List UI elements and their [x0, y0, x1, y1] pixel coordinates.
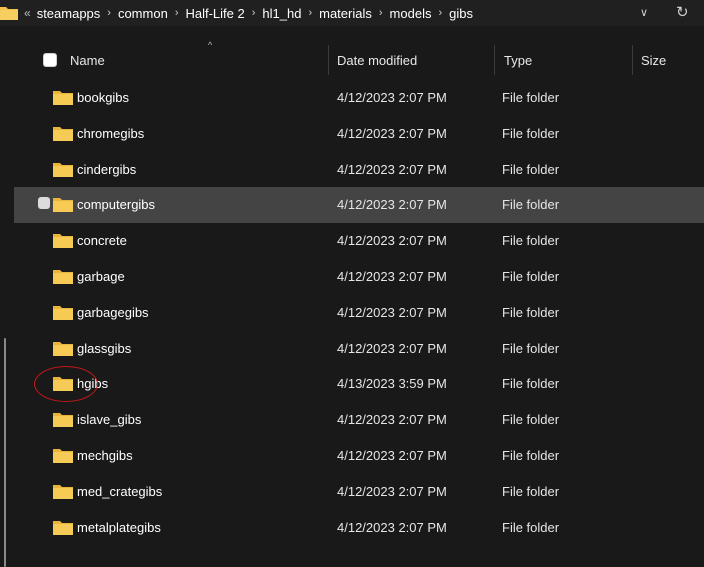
- chevron-right-icon[interactable]: ›: [308, 7, 312, 19]
- column-header-name[interactable]: Name: [70, 53, 105, 68]
- folder-icon: [53, 233, 73, 251]
- file-type: File folder: [502, 340, 560, 356]
- file-row-metalplategibs[interactable]: metalplategibs 4/12/2023 2:07 PM File fo…: [28, 510, 704, 546]
- file-type: File folder: [502, 304, 560, 320]
- file-date-modified: 4/12/2023 2:07 PM: [337, 340, 447, 356]
- file-date-modified: 4/12/2023 2:07 PM: [337, 483, 447, 499]
- file-type: File folder: [502, 447, 560, 463]
- navigation-pane: [0, 26, 14, 567]
- file-name[interactable]: med_crategibs: [77, 484, 162, 499]
- breadcrumb-overflow[interactable]: «: [24, 6, 31, 20]
- file-row-med-crategibs[interactable]: med_crategibs 4/12/2023 2:07 PM File fol…: [28, 474, 704, 510]
- file-row-glassgibs[interactable]: glassgibs 4/12/2023 2:07 PM File folder: [28, 331, 704, 367]
- file-row-computergibs[interactable]: computergibs 4/12/2023 2:07 PM File fold…: [14, 187, 704, 224]
- file-name[interactable]: concrete: [77, 233, 127, 248]
- chevron-right-icon[interactable]: ›: [107, 7, 111, 19]
- folder-icon: [53, 484, 73, 502]
- file-date-modified: 4/12/2023 2:07 PM: [337, 519, 447, 535]
- folder-icon: [53, 412, 73, 430]
- file-type: File folder: [502, 161, 560, 177]
- file-date-modified: 4/12/2023 2:07 PM: [337, 268, 447, 284]
- select-all-checkbox[interactable]: [43, 53, 57, 67]
- column-header-type[interactable]: Type: [504, 53, 532, 68]
- file-type: File folder: [502, 197, 560, 213]
- file-row-mechgibs[interactable]: mechgibs 4/12/2023 2:07 PM File folder: [28, 438, 704, 474]
- file-name[interactable]: metalplategibs: [77, 520, 161, 535]
- file-row-bookgibs[interactable]: bookgibs 4/12/2023 2:07 PM File folder: [28, 80, 704, 116]
- file-name[interactable]: bookgibs: [77, 90, 129, 105]
- folder-icon: [53, 341, 73, 359]
- chevron-down-icon[interactable]: ∨: [640, 6, 648, 19]
- file-name[interactable]: garbage: [77, 269, 125, 284]
- file-name[interactable]: garbagegibs: [77, 305, 149, 320]
- folder-icon: [53, 126, 73, 144]
- column-header-date-modified[interactable]: Date modified: [337, 53, 417, 68]
- file-name[interactable]: hgibs: [77, 376, 108, 391]
- file-name[interactable]: computergibs: [77, 197, 155, 212]
- file-date-modified: 4/12/2023 2:07 PM: [337, 233, 447, 249]
- file-date-modified: 4/13/2023 3:59 PM: [337, 376, 447, 392]
- column-header-size[interactable]: Size: [641, 53, 666, 68]
- file-row-chromegibs[interactable]: chromegibs 4/12/2023 2:07 PM File folder: [28, 116, 704, 152]
- folder-icon: [53, 305, 73, 323]
- breadcrumb-item-hl1-hd[interactable]: hl1_hd: [262, 6, 301, 21]
- row-checkbox[interactable]: [38, 197, 50, 210]
- column-divider[interactable]: [632, 45, 633, 75]
- file-type: File folder: [502, 268, 560, 284]
- breadcrumb-item-gibs[interactable]: gibs: [449, 6, 473, 21]
- folder-icon: [53, 520, 73, 538]
- file-list: bookgibs 4/12/2023 2:07 PM File folder c…: [14, 80, 704, 546]
- file-type: File folder: [502, 519, 560, 535]
- column-header: ^ Name Date modified Type Size: [28, 40, 704, 80]
- breadcrumb-item-common[interactable]: common: [118, 6, 168, 21]
- file-row-garbagegibs[interactable]: garbagegibs 4/12/2023 2:07 PM File folde…: [28, 295, 704, 331]
- file-name[interactable]: chromegibs: [77, 126, 144, 141]
- file-date-modified: 4/12/2023 2:07 PM: [337, 125, 447, 141]
- folder-icon: [53, 197, 73, 215]
- column-divider[interactable]: [494, 45, 495, 75]
- file-date-modified: 4/12/2023 2:07 PM: [337, 197, 447, 213]
- file-type: File folder: [502, 412, 560, 428]
- folder-icon: [53, 162, 73, 180]
- file-date-modified: 4/12/2023 2:07 PM: [337, 90, 447, 105]
- folder-icon: [53, 448, 73, 466]
- file-name[interactable]: cindergibs: [77, 162, 136, 177]
- file-row-concrete[interactable]: concrete 4/12/2023 2:07 PM File folder: [28, 223, 704, 259]
- folder-icon: [53, 376, 73, 394]
- file-date-modified: 4/12/2023 2:07 PM: [337, 161, 447, 177]
- file-type: File folder: [502, 90, 560, 105]
- file-date-modified: 4/12/2023 2:07 PM: [337, 412, 447, 428]
- file-row-garbage[interactable]: garbage 4/12/2023 2:07 PM File folder: [28, 259, 704, 295]
- file-date-modified: 4/12/2023 2:07 PM: [337, 447, 447, 463]
- folder-icon: [53, 269, 73, 287]
- breadcrumb-item-models[interactable]: models: [390, 6, 432, 21]
- file-row-islave-gibs[interactable]: islave_gibs 4/12/2023 2:07 PM File folde…: [28, 402, 704, 438]
- file-row-cindergibs[interactable]: cindergibs 4/12/2023 2:07 PM File folder: [28, 152, 704, 188]
- address-bar[interactable]: « steamapps › common › Half-Life 2 › hl1…: [0, 0, 704, 26]
- chevron-right-icon[interactable]: ›: [252, 7, 256, 19]
- breadcrumb[interactable]: « steamapps › common › Half-Life 2 › hl1…: [24, 0, 473, 26]
- chevron-right-icon[interactable]: ›: [175, 7, 179, 19]
- file-type: File folder: [502, 376, 560, 392]
- chevron-right-icon[interactable]: ›: [379, 7, 383, 19]
- file-date-modified: 4/12/2023 2:07 PM: [337, 304, 447, 320]
- folder-icon: [53, 90, 73, 108]
- file-type: File folder: [502, 125, 560, 141]
- file-type: File folder: [502, 233, 560, 249]
- breadcrumb-item-half-life-2[interactable]: Half-Life 2: [185, 6, 244, 21]
- file-row-hgibs[interactable]: hgibs 4/13/2023 3:59 PM File folder: [28, 366, 704, 402]
- file-name[interactable]: mechgibs: [77, 448, 133, 463]
- scrollbar[interactable]: [4, 338, 6, 567]
- folder-icon: [0, 5, 18, 25]
- file-name[interactable]: islave_gibs: [77, 412, 141, 427]
- breadcrumb-item-materials[interactable]: materials: [319, 6, 372, 21]
- chevron-right-icon[interactable]: ›: [438, 7, 442, 19]
- column-divider[interactable]: [328, 45, 329, 75]
- file-type: File folder: [502, 483, 560, 499]
- refresh-icon[interactable]: ↻: [676, 3, 689, 21]
- file-name[interactable]: glassgibs: [77, 341, 131, 356]
- breadcrumb-item-steamapps[interactable]: steamapps: [37, 6, 101, 21]
- sort-ascending-icon: ^: [208, 40, 213, 50]
